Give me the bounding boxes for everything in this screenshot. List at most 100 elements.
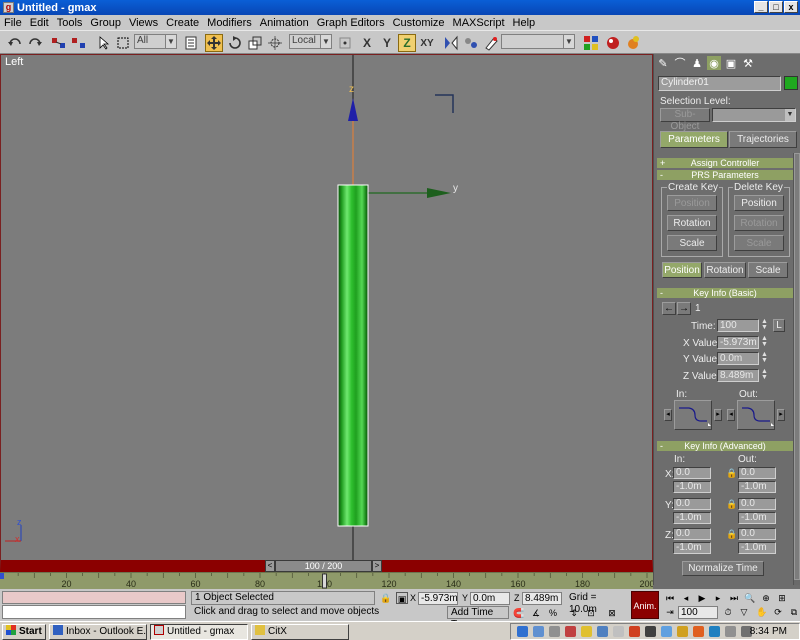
x-value-spinner[interactable]: ▲ ▼ — [761, 335, 768, 349]
minimize-button[interactable]: _ — [754, 1, 768, 13]
taskbar-gmax[interactable]: Untitled - gmax — [150, 624, 248, 640]
out-tangent-next-icon[interactable]: ▸ — [777, 409, 785, 421]
create-scale-key-button[interactable]: Scale — [667, 235, 717, 251]
menu-maxscript[interactable]: MAXScript — [449, 17, 509, 29]
advanced-out-z-field[interactable]: 0.0 — [738, 528, 776, 540]
previous-frame-icon[interactable]: ◂ — [680, 592, 692, 604]
start-button[interactable]: Start — [2, 624, 46, 640]
advanced-in-y-field[interactable]: 0.0 — [673, 498, 711, 510]
sub-object-dropdown[interactable]: ▼ — [712, 108, 796, 122]
next-frame-icon[interactable]: ▸ — [712, 592, 724, 604]
utilities-tab-icon[interactable]: ⚒ — [741, 56, 755, 70]
delete-rotation-key-button[interactable]: Rotation — [734, 215, 784, 231]
messenger-icon[interactable] — [533, 626, 544, 637]
lock-icon[interactable]: 🔒 — [726, 529, 737, 540]
maximize-viewport-icon[interactable]: ⧉ — [788, 606, 800, 618]
taskbar-citx[interactable]: CitX — [251, 624, 349, 640]
x-value-field[interactable]: -5.973m — [717, 336, 759, 349]
advanced-in-x-field[interactable]: 0.0 — [673, 467, 711, 479]
time-slider-prev-icon[interactable]: < — [265, 560, 275, 572]
network-icon[interactable] — [517, 626, 528, 637]
delete-position-key-button[interactable]: Position — [734, 195, 784, 211]
time-spinner[interactable]: ▲ ▼ — [761, 318, 768, 332]
menu-group[interactable]: Group — [86, 17, 125, 29]
object-name-field[interactable]: Cylinder01 — [658, 76, 781, 91]
menu-graph-editors[interactable]: Graph Editors — [313, 17, 389, 29]
align-icon[interactable] — [462, 34, 480, 52]
viewport-left[interactable]: z y z x Left — [0, 54, 653, 572]
select-object-icon[interactable] — [95, 34, 113, 52]
mail-tray-icon[interactable] — [597, 626, 608, 637]
link-icon[interactable] — [50, 34, 68, 52]
lock-icon[interactable]: 🔒 — [726, 499, 737, 510]
axis-y-button[interactable]: Y — [378, 34, 396, 52]
advanced-out-y-length-field[interactable]: -1.0m — [738, 512, 776, 524]
advanced-out-x-field[interactable]: 0.0 — [738, 467, 776, 479]
rotation-mode-button[interactable]: Rotation — [704, 262, 746, 278]
axis-z-button[interactable]: Z — [398, 34, 416, 52]
maximize-button[interactable]: □ — [769, 1, 783, 13]
normalize-time-button[interactable]: Normalize Time — [682, 561, 764, 576]
display-tab-icon[interactable]: ▣ — [724, 56, 738, 70]
redo-icon[interactable] — [26, 34, 44, 52]
prs-parameters-rollout[interactable]: - PRS Parameters — [657, 170, 793, 180]
menu-help[interactable]: Help — [509, 17, 540, 29]
y-value-field[interactable]: 0.0m — [717, 352, 759, 365]
motion-tab-icon[interactable]: ◉ — [707, 56, 721, 70]
menu-views[interactable]: Views — [125, 17, 162, 29]
menu-file[interactable]: File — [0, 17, 26, 29]
quick-render-icon[interactable] — [624, 34, 642, 52]
lock-selection-icon[interactable]: 🔒 — [380, 592, 392, 604]
reference-coord-dropdown[interactable]: Local ▼ — [289, 34, 332, 49]
menu-create[interactable]: Create — [162, 17, 203, 29]
go-to-end-icon[interactable]: ⏭ — [728, 592, 740, 604]
out-tangent-curve-button[interactable] — [737, 400, 775, 430]
current-frame-field[interactable]: 100 — [678, 606, 718, 619]
mirror-icon[interactable] — [442, 34, 460, 52]
create-position-key-button[interactable]: Position — [667, 195, 717, 211]
hierarchy-tab-icon[interactable]: ♟ — [690, 56, 704, 70]
gmax-app-icon[interactable]: g — [3, 2, 14, 13]
language-icon[interactable] — [661, 626, 672, 637]
zoom-icon[interactable]: 🔍 — [744, 592, 756, 604]
z-value-spinner[interactable]: ▲ ▼ — [761, 368, 768, 382]
advanced-out-y-field[interactable]: 0.0 — [738, 498, 776, 510]
window-crossing-icon[interactable]: ⊡ — [585, 607, 597, 619]
next-key-icon[interactable]: → — [677, 302, 691, 315]
sub-object-button[interactable]: Sub-Object — [660, 108, 710, 132]
select-by-name-icon[interactable] — [182, 34, 200, 52]
zoom-all-icon[interactable]: ⊕ — [760, 592, 772, 604]
in-tangent-prev-icon[interactable]: ◂ — [664, 409, 672, 421]
command-panel-scrollbar[interactable] — [793, 153, 800, 585]
add-time-tag-button[interactable]: Add Time Tag — [447, 606, 509, 630]
viewport-canvas[interactable]: z y z x — [1, 55, 653, 561]
usb-icon[interactable] — [725, 626, 736, 637]
unlink-icon[interactable] — [70, 34, 88, 52]
scrollbar-thumb[interactable] — [794, 153, 800, 580]
menu-customize[interactable]: Customize — [389, 17, 449, 29]
advanced-in-x-length-field[interactable]: -1.0m — [673, 481, 711, 493]
advanced-in-y-length-field[interactable]: -1.0m — [673, 512, 711, 524]
time-slider[interactable]: < 100 / 200 > — [265, 560, 382, 572]
animate-button[interactable]: Anim. — [631, 591, 659, 619]
percent-snap-icon[interactable]: % — [547, 607, 559, 619]
spinner-snap-icon[interactable]: ⇕ — [568, 607, 580, 619]
time-config-icon[interactable]: ⏱ — [722, 606, 734, 618]
close-button[interactable]: x — [784, 1, 798, 13]
snap-icon[interactable] — [266, 34, 284, 52]
y-coord-field[interactable]: 0.0m — [470, 592, 510, 605]
trajectories-button[interactable]: Trajectories — [729, 131, 797, 148]
z-coord-field[interactable]: 8.489m — [522, 592, 562, 605]
position-mode-button[interactable]: Position — [662, 262, 702, 278]
undo-icon[interactable] — [6, 34, 24, 52]
lock-icon[interactable]: 🔒 — [726, 468, 737, 479]
degradation-override-icon[interactable]: ⊠ — [606, 607, 618, 619]
angle-snap-icon[interactable]: ∡ — [530, 607, 542, 619]
security-icon[interactable] — [629, 626, 640, 637]
y-value-spinner[interactable]: ▲ ▼ — [761, 351, 768, 365]
field-of-view-icon[interactable]: ▽ — [738, 606, 750, 618]
maxscript-listener-input[interactable] — [2, 605, 186, 619]
selection-filter-dropdown[interactable]: All ▼ — [134, 34, 177, 49]
modify-tab-icon[interactable]: ⌒ — [673, 56, 687, 70]
antivirus-icon[interactable] — [565, 626, 576, 637]
